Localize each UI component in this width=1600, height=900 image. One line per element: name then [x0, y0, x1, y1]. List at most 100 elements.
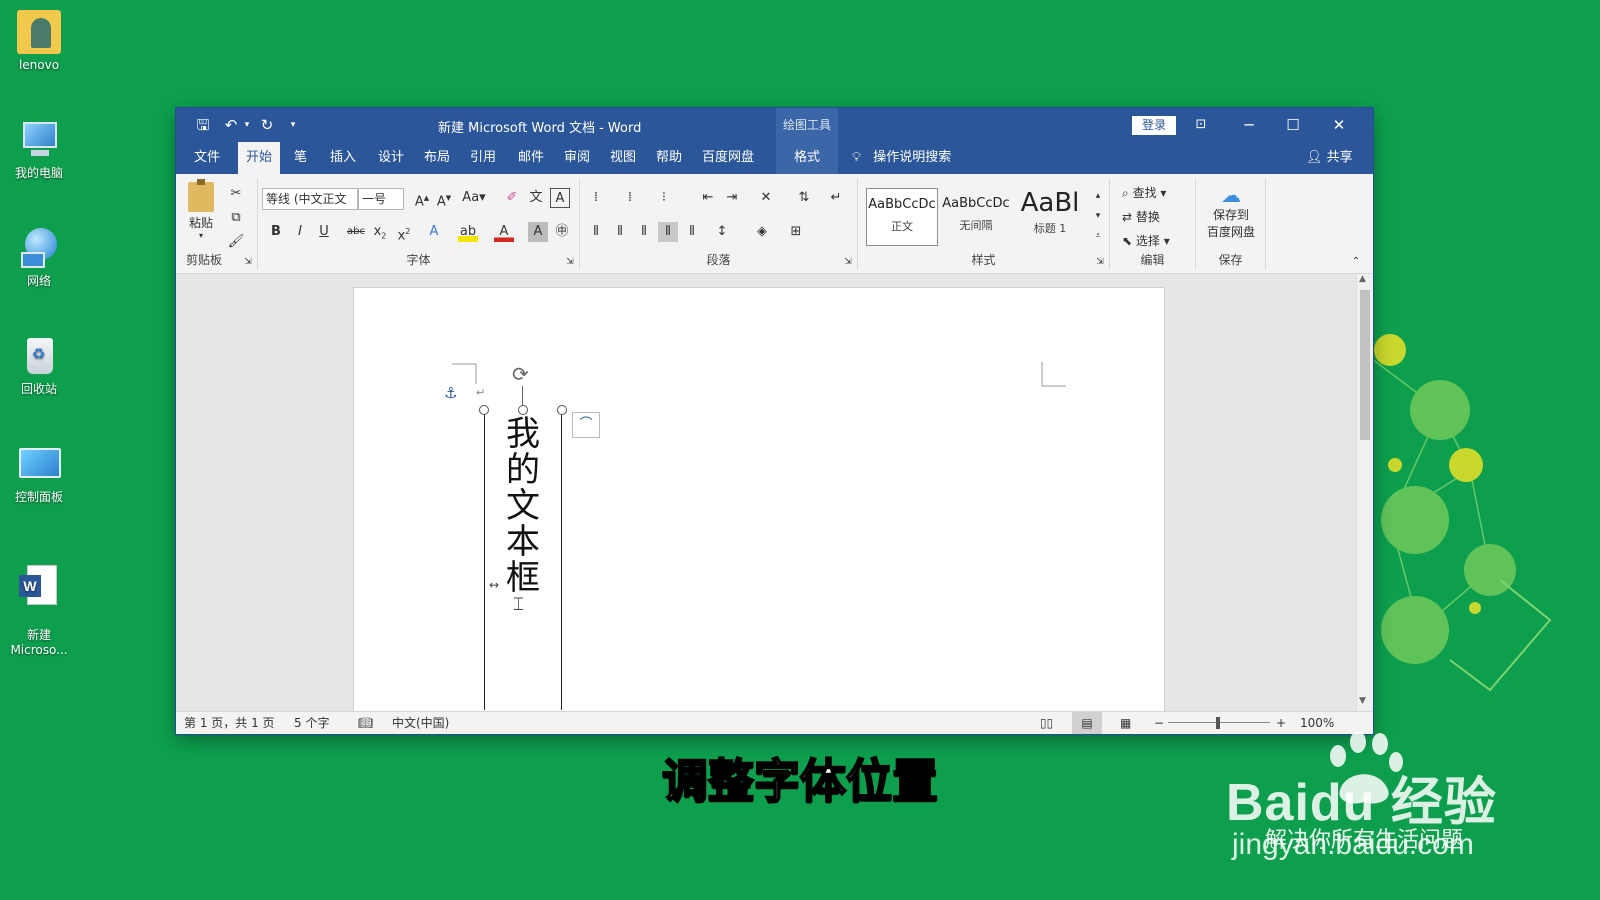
- bold-icon[interactable]: B: [266, 222, 286, 242]
- tab-mailings[interactable]: 邮件: [510, 142, 552, 174]
- highlight-color-icon[interactable]: ab: [458, 222, 478, 242]
- scrollbar-thumb[interactable]: [1360, 290, 1370, 440]
- ribbon-display-options-icon[interactable]: ⊡: [1186, 113, 1216, 137]
- cut-icon[interactable]: ✂: [226, 184, 246, 204]
- redo-icon[interactable]: ↻: [258, 116, 276, 134]
- clear-formatting-icon[interactable]: ✐: [502, 188, 522, 208]
- desktop-icon-lenovo[interactable]: lenovo: [6, 10, 72, 73]
- desktop-icon-my-computer[interactable]: 我的电脑: [6, 118, 72, 181]
- text-effects-icon[interactable]: A: [424, 222, 444, 242]
- sort-icon[interactable]: ⇅: [794, 188, 814, 208]
- desktop-icon-control-panel[interactable]: 控制面板: [6, 442, 72, 505]
- distributed-icon[interactable]: ⫴: [682, 222, 702, 242]
- change-case-icon[interactable]: Aa▾: [460, 188, 488, 208]
- share-button[interactable]: 👤︎ 共享: [1306, 142, 1353, 174]
- font-color-icon[interactable]: A: [494, 222, 514, 242]
- vertical-scrollbar[interactable]: ▲ ▼: [1356, 274, 1373, 711]
- word-count[interactable]: 5 个字: [294, 712, 329, 734]
- numbering-icon[interactable]: ⁞: [620, 188, 640, 208]
- tab-design[interactable]: 设计: [370, 142, 412, 174]
- copy-icon[interactable]: ⧉: [226, 208, 246, 228]
- undo-dropdown-icon[interactable]: ▾: [238, 116, 256, 134]
- desktop-icon-recycle-bin[interactable]: 回收站: [6, 334, 72, 397]
- desktop-icon-word-doc[interactable]: W 新建 Microso...: [6, 550, 72, 673]
- style-heading-1[interactable]: AaBl 标题 1: [1014, 188, 1086, 246]
- align-bottom-icon[interactable]: ⫴: [634, 222, 654, 242]
- enclose-characters-icon[interactable]: ㊥: [552, 222, 572, 242]
- shading-icon[interactable]: ◈: [752, 222, 772, 242]
- paragraph-launcher-icon[interactable]: ⇲: [838, 252, 858, 272]
- scroll-up-icon[interactable]: ▲: [1359, 274, 1366, 284]
- scroll-down-icon[interactable]: ▼: [1359, 696, 1366, 706]
- tab-help[interactable]: 帮助: [648, 142, 690, 174]
- close-button[interactable]: ✕: [1324, 113, 1354, 137]
- tab-view[interactable]: 视图: [602, 142, 644, 174]
- tab-review[interactable]: 审阅: [556, 142, 598, 174]
- tab-baidu-netdisk[interactable]: 百度网盘: [694, 142, 762, 174]
- increase-indent-icon[interactable]: ⇥: [722, 188, 742, 208]
- resize-handle-top-right[interactable]: [557, 405, 567, 415]
- subscript-icon[interactable]: x2: [370, 222, 390, 242]
- character-border-icon[interactable]: A: [550, 188, 570, 208]
- minimize-button[interactable]: ─: [1234, 113, 1264, 137]
- print-layout-icon[interactable]: ▤: [1072, 712, 1102, 734]
- vertical-text-box[interactable]: 我的文本框 ⌶ ↔: [479, 405, 567, 710]
- anchor-icon[interactable]: ⚓︎: [444, 384, 457, 402]
- save-to-baidu-button[interactable]: ☁ 保存到 百度网盘: [1202, 184, 1260, 240]
- page-count[interactable]: 第 1 页，共 1 页: [184, 712, 275, 734]
- tab-home[interactable]: 开始: [238, 142, 281, 174]
- styles-more-icon[interactable]: ⩡: [1088, 226, 1108, 246]
- paste-button[interactable]: 粘贴 ▾: [184, 179, 218, 240]
- font-launcher-icon[interactable]: ⇲: [560, 252, 580, 272]
- clipboard-launcher-icon[interactable]: ⇲: [238, 252, 258, 272]
- select-button[interactable]: ⬉ 选择 ▾: [1122, 232, 1170, 249]
- login-button[interactable]: 登录: [1132, 116, 1176, 135]
- multilevel-list-icon[interactable]: ⁝: [654, 188, 674, 208]
- proofing-icon[interactable]: 📖︎: [358, 712, 373, 734]
- font-name-combo[interactable]: 等线 (中文正文: [262, 188, 358, 210]
- document-page[interactable]: ⚓︎ ↵ ⟳ 我的文本框 ⌶ ↔ ⌒: [354, 288, 1164, 711]
- layout-options-button[interactable]: ⌒: [572, 412, 600, 438]
- shrink-font-icon[interactable]: A▼: [434, 188, 454, 209]
- character-shading-icon[interactable]: A: [528, 222, 548, 242]
- decrease-indent-icon[interactable]: ⇤: [698, 188, 718, 208]
- line-spacing-icon[interactable]: ↕: [712, 222, 732, 242]
- save-icon[interactable]: 🖫: [194, 116, 212, 134]
- tab-file[interactable]: 文件: [186, 142, 228, 174]
- tab-pen[interactable]: 笔: [286, 142, 315, 174]
- underline-icon[interactable]: U: [314, 222, 334, 242]
- styles-scroll-down-icon[interactable]: ▾: [1088, 206, 1108, 226]
- phonetic-guide-icon[interactable]: 文: [526, 188, 546, 208]
- strikethrough-icon[interactable]: abc: [346, 222, 366, 242]
- rotate-handle-icon[interactable]: ⟳: [512, 362, 529, 386]
- styles-scroll-up-icon[interactable]: ▴: [1088, 186, 1108, 206]
- style-no-spacing[interactable]: AaBbCcDc 无间隔: [940, 188, 1012, 246]
- zoom-slider-thumb[interactable]: [1216, 717, 1220, 729]
- collapse-ribbon-icon[interactable]: ⌃: [1346, 252, 1366, 272]
- web-layout-icon[interactable]: ▦: [1120, 712, 1131, 734]
- align-center-icon[interactable]: ⫴: [610, 222, 630, 242]
- chinese-layout-icon[interactable]: ✕: [756, 188, 776, 208]
- borders-icon[interactable]: ⊞: [786, 222, 806, 242]
- find-button[interactable]: ⌕ 查找 ▾: [1122, 184, 1166, 201]
- customize-toolbar-icon[interactable]: ▾: [284, 116, 302, 134]
- tell-me-search[interactable]: 💡︎ 操作说明搜索: [852, 142, 951, 174]
- desktop-icon-network[interactable]: 网络: [6, 226, 72, 289]
- align-top-icon[interactable]: ⫴: [586, 222, 606, 242]
- tab-layout[interactable]: 布局: [416, 142, 458, 174]
- italic-icon[interactable]: I: [290, 222, 310, 242]
- resize-handle-top-left[interactable]: [479, 405, 489, 415]
- maximize-button[interactable]: ☐: [1278, 113, 1308, 137]
- tab-references[interactable]: 引用: [462, 142, 504, 174]
- styles-launcher-icon[interactable]: ⇲: [1090, 252, 1110, 272]
- zoom-out-icon[interactable]: −: [1154, 712, 1164, 734]
- replace-button[interactable]: ⇄ 替换: [1122, 208, 1160, 225]
- style-normal[interactable]: AaBbCcDc 正文: [866, 188, 938, 246]
- justify-icon[interactable]: ⫴: [658, 222, 678, 242]
- grow-font-icon[interactable]: A▲: [412, 188, 432, 209]
- language-indicator[interactable]: 中文(中国): [392, 712, 449, 734]
- format-painter-icon[interactable]: 🖌︎: [226, 232, 246, 252]
- superscript-icon[interactable]: x2: [394, 222, 414, 243]
- font-size-combo[interactable]: 一号: [358, 188, 404, 210]
- show-marks-icon[interactable]: ↵: [826, 188, 846, 208]
